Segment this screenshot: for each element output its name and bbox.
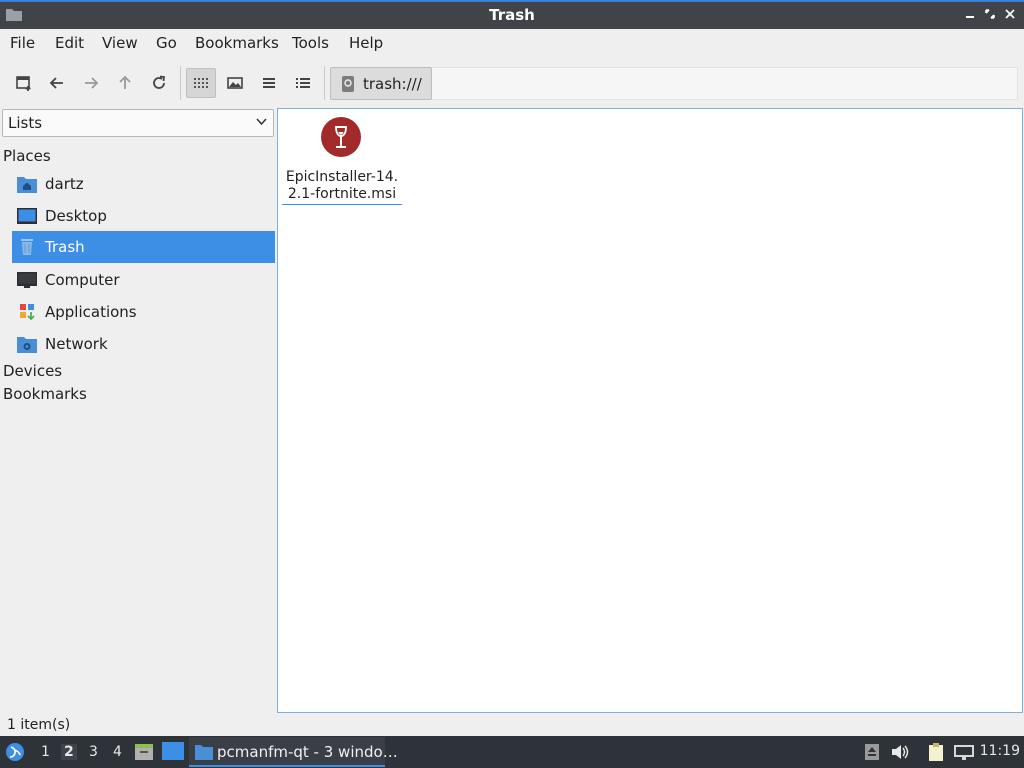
sidebar-item-label: Computer [45, 271, 120, 289]
folder-icon [195, 745, 213, 760]
menu-edit[interactable]: Edit [55, 34, 84, 52]
workspace-3[interactable]: 3 [89, 744, 98, 760]
sidebar-mode-value: Lists [8, 114, 43, 132]
up-button[interactable] [110, 68, 140, 98]
icon-view-button[interactable] [186, 68, 216, 98]
reload-button[interactable] [144, 68, 174, 98]
new-tab-button[interactable] [9, 68, 39, 98]
back-button[interactable] [42, 68, 72, 98]
clipboard-icon[interactable] [926, 743, 946, 761]
sidebar-item-label: Trash [45, 238, 85, 256]
menu-view[interactable]: View [102, 34, 138, 52]
icon-view-icon [194, 78, 208, 88]
detailed-list-view-icon [296, 78, 310, 88]
minimize-icon[interactable] [962, 6, 978, 24]
status-text: 1 item(s) [7, 717, 71, 733]
sidebar-item-trash[interactable]: Trash [12, 231, 275, 263]
sidebar-mode-select[interactable]: Lists [2, 109, 274, 137]
thumbnail-view-button[interactable] [220, 68, 250, 98]
wine-msi-icon [321, 117, 361, 157]
places-heading[interactable]: Places [3, 147, 51, 165]
devices-heading[interactable]: Devices [3, 362, 62, 380]
trash-location-icon [342, 75, 354, 92]
window-titlebar[interactable]: Trash [0, 0, 1024, 29]
sidebar-item-label: Applications [45, 303, 137, 321]
path-text: trash:/// [363, 74, 422, 93]
sidebar-item-label: dartz [45, 175, 84, 193]
file-manager-launcher-icon[interactable] [134, 741, 154, 761]
sidebar-item-desktop[interactable]: Desktop [12, 200, 275, 232]
sidebar-item-network[interactable]: Network [12, 328, 275, 360]
file-name: EpicInstaller-14.2.1-fortnite.msi [282, 169, 402, 205]
show-desktop-icon[interactable] [162, 742, 184, 760]
bookmarks-heading[interactable]: Bookmarks [3, 385, 87, 403]
sidebar-item-dartz[interactable]: dartz [12, 168, 275, 200]
start-menu-icon[interactable] [5, 742, 25, 762]
workspace-2[interactable]: 2 [61, 744, 77, 760]
menu-help[interactable]: Help [349, 34, 383, 52]
up-icon [119, 75, 131, 89]
menu-bar: File Edit View Go Bookmarks Tools Help [0, 29, 1024, 57]
sidebar-item-applications[interactable]: Applications [12, 296, 275, 328]
computer-icon [17, 272, 37, 288]
file-item[interactable]: EpicInstaller-14.2.1-fortnite.msi [282, 115, 402, 205]
back-icon [49, 77, 63, 89]
detailed-list-view-button[interactable] [288, 68, 318, 98]
toolbar-separator [324, 66, 325, 100]
clock[interactable]: 11:19 [980, 743, 1020, 759]
taskbar-window-label: pcmanfm-qt - 3 windo… [217, 743, 398, 761]
home-folder-icon [17, 177, 37, 193]
restore-icon[interactable] [982, 6, 998, 24]
taskbar-window-button[interactable]: pcmanfm-qt - 3 windo… [189, 737, 398, 767]
file-view[interactable]: EpicInstaller-14.2.1-fortnite.msi [277, 108, 1023, 713]
compact-view-button[interactable] [254, 68, 284, 98]
workspace-4[interactable]: 4 [113, 744, 122, 760]
network-status-icon[interactable] [954, 743, 974, 761]
forward-icon [85, 77, 99, 89]
path-button[interactable]: trash:/// [330, 67, 432, 100]
workspace-1[interactable]: 1 [41, 744, 50, 760]
path-bar-empty-area[interactable] [432, 67, 1018, 100]
forward-button[interactable] [76, 68, 106, 98]
window-title: Trash [489, 6, 535, 24]
thumbnail-view-icon [227, 77, 243, 89]
volume-icon[interactable] [890, 743, 910, 761]
menu-bookmarks[interactable]: Bookmarks [195, 34, 279, 52]
sidebar-item-label: Network [45, 335, 108, 353]
toolbar: trash:/// [0, 60, 1024, 104]
close-icon[interactable] [1002, 6, 1018, 24]
menu-tools[interactable]: Tools [292, 34, 329, 52]
chevron-down-icon [256, 118, 267, 126]
network-folder-icon [17, 337, 37, 353]
menu-file[interactable]: File [10, 34, 35, 52]
menu-go[interactable]: Go [156, 34, 177, 52]
compact-view-icon [263, 78, 275, 88]
removable-media-icon[interactable] [862, 743, 882, 761]
applications-icon [20, 304, 35, 321]
desktop-icon [17, 208, 37, 224]
trash-icon [21, 239, 33, 255]
taskbar: 1 2 3 4 pcmanfm-qt - 3 windo… 11:19 [0, 736, 1024, 768]
reload-icon [153, 75, 166, 89]
toolbar-separator [180, 66, 181, 100]
new-tab-icon [16, 76, 31, 91]
sidebar-item-computer[interactable]: Computer [12, 264, 275, 296]
sidebar-item-label: Desktop [45, 207, 107, 225]
